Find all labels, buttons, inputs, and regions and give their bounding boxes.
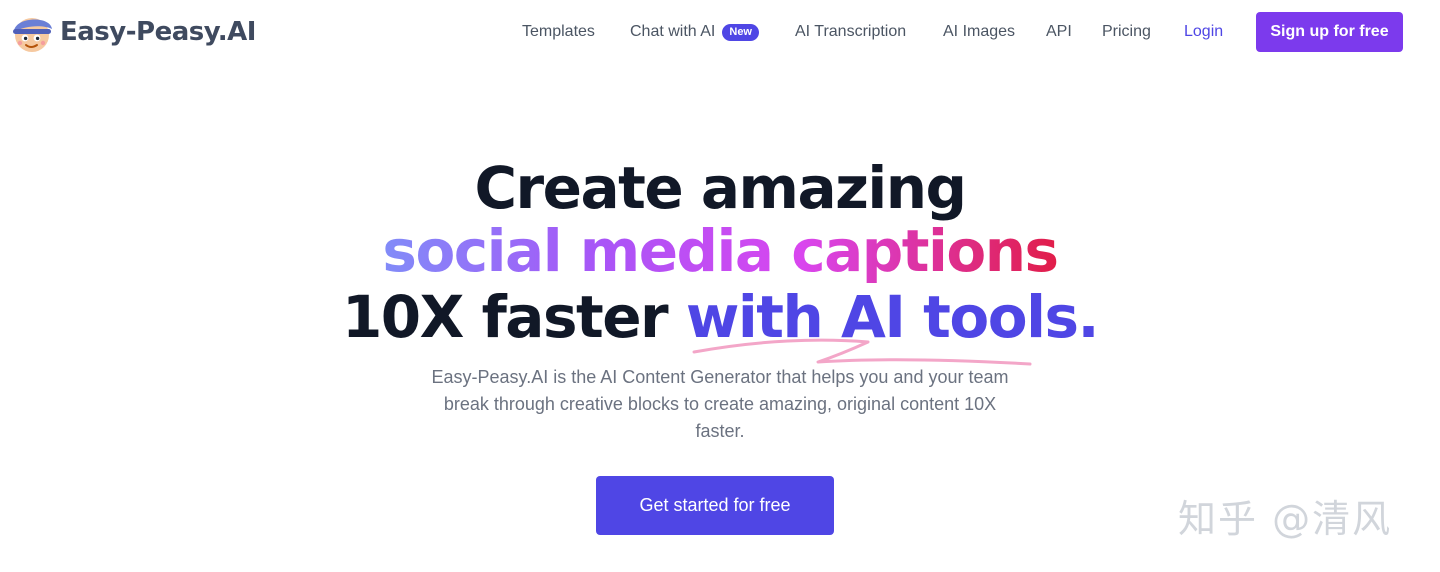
nav-login[interactable]: Login [1184, 20, 1223, 44]
nav-ai-transcription[interactable]: AI Transcription [795, 20, 906, 44]
nav-templates[interactable]: Templates [522, 20, 595, 44]
signup-button[interactable]: Sign up for free [1256, 12, 1403, 52]
nav-api[interactable]: API [1046, 20, 1072, 44]
brand-name: Easy-Peasy.AI [60, 17, 256, 47]
get-started-button[interactable]: Get started for free [596, 476, 834, 535]
nav-ai-images[interactable]: AI Images [943, 20, 1015, 44]
top-navigation: Easy-Peasy.AI Templates Chat with AI New … [0, 0, 1440, 64]
hero-subtitle: Easy-Peasy.AI is the AI Content Generato… [431, 367, 1009, 441]
new-badge: New [722, 24, 759, 41]
watermark-text: 知乎 @清风 [1178, 497, 1393, 541]
brand-logo[interactable]: Easy-Peasy.AI [10, 11, 256, 53]
nav-chat-with-ai[interactable]: Chat with AI New [630, 20, 759, 44]
hero-line3-plain: 10X faster [341, 283, 686, 351]
nav-pricing[interactable]: Pricing [1102, 20, 1151, 44]
hero-heading-line1: Create amazing [474, 154, 967, 222]
mascot-logo-icon [13, 18, 52, 52]
nav-chat-label: Chat with AI [630, 23, 716, 40]
hero-gradient-text: social media captions [382, 217, 1059, 285]
hero-heading-line2: social media captions [0, 218, 1440, 284]
